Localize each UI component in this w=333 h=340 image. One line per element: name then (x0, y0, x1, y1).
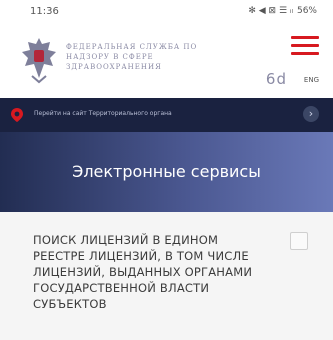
accessibility-glasses-icon[interactable]: 6d (266, 70, 287, 88)
org-name[interactable]: Федеральная служба по надзору в сфере зд… (66, 42, 216, 72)
hamburger-menu-icon[interactable] (291, 36, 319, 56)
hero-section: Электронные сервисы (0, 132, 333, 212)
language-switch[interactable]: ENG (304, 76, 319, 84)
page-title: Электронные сервисы (72, 162, 261, 181)
status-icons: ✻ ◀ ⊠ ☰ ᵢₗ 56% (248, 6, 317, 16)
eagle-emblem-icon[interactable] (20, 36, 58, 84)
banner-text: Перейти на сайт Территориального органа (34, 110, 172, 117)
map-pin-icon (11, 108, 23, 122)
status-time: 11:36 (30, 6, 59, 17)
chevron-right-icon[interactable]: › (303, 106, 319, 122)
battery-level: 56% (296, 6, 317, 16)
status-bar: 11:36 ✻ ◀ ⊠ ☰ ᵢₗ 56% (0, 0, 333, 24)
service-card-title[interactable]: ПОИСК ЛИЦЕНЗИЙ В ЕДИНОМ РЕЕСТРЕ ЛИЦЕНЗИЙ… (33, 232, 268, 312)
expand-icon[interactable] (290, 232, 308, 250)
site-header: Федеральная служба по надзору в сфере зд… (0, 24, 333, 98)
regional-site-banner[interactable]: Перейти на сайт Территориального органа … (0, 98, 333, 132)
status-icons-glyphs: ✻ ◀ ⊠ ☰ ᵢₗ (248, 6, 293, 16)
service-card[interactable]: ПОИСК ЛИЦЕНЗИЙ В ЕДИНОМ РЕЕСТРЕ ЛИЦЕНЗИЙ… (15, 220, 318, 340)
